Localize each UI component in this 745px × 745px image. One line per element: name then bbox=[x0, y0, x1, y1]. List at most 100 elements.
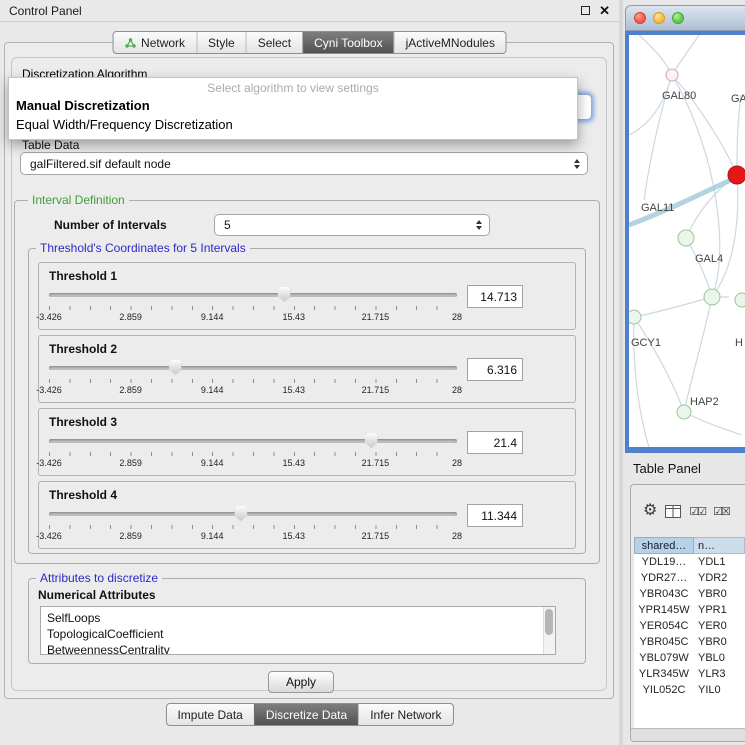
cell-name[interactable]: YDR2 bbox=[694, 570, 745, 586]
table-row[interactable]: YIL052C YIL0 bbox=[634, 682, 745, 698]
cell-name[interactable]: YLR3 bbox=[694, 666, 745, 682]
list-scrollbar[interactable] bbox=[543, 607, 555, 654]
cell-name[interactable]: YPR1 bbox=[694, 602, 745, 618]
column-header-shared-name[interactable]: shared… bbox=[634, 537, 694, 554]
float-window-icon[interactable] bbox=[581, 6, 590, 15]
cell-shared-name[interactable]: YPR145W bbox=[634, 602, 694, 618]
threshold-3-value-field[interactable]: 21.4 bbox=[467, 431, 523, 454]
cell-shared-name[interactable]: YER054C bbox=[634, 618, 694, 634]
zoom-traffic-light-icon[interactable] bbox=[672, 12, 684, 24]
clear-selection-checkboxes-icon[interactable]: ☑☒ bbox=[713, 505, 729, 518]
cell-shared-name[interactable]: YBL079W bbox=[634, 650, 694, 666]
node[interactable] bbox=[666, 69, 678, 81]
table-data-combobox[interactable]: galFiltered.sif default node bbox=[20, 152, 588, 175]
table-row[interactable]: YLR345W YLR3 bbox=[634, 666, 745, 682]
cell-shared-name[interactable]: YDR27… bbox=[634, 570, 694, 586]
cell-name[interactable]: YBR0 bbox=[694, 634, 745, 650]
cell-name[interactable]: YDL1 bbox=[694, 554, 745, 570]
slider-track[interactable] bbox=[49, 293, 457, 297]
table-row[interactable]: YDR27… YDR2 bbox=[634, 570, 745, 586]
tick-label: 2.859 bbox=[119, 458, 142, 468]
tab-jactivemodules[interactable]: jActiveMNodules bbox=[394, 32, 506, 53]
list-item[interactable]: BetweennessCentrality bbox=[47, 642, 541, 655]
table-header-row: shared… n… bbox=[634, 537, 745, 554]
number-of-intervals-combobox[interactable]: 5 bbox=[214, 214, 490, 236]
table-row[interactable]: YPR145W YPR1 bbox=[634, 602, 745, 618]
threshold-2-slider[interactable] bbox=[49, 360, 457, 376]
slider-track[interactable] bbox=[49, 512, 457, 516]
tab-network[interactable]: Network bbox=[113, 32, 196, 53]
table-row[interactable]: YBR043C YBR0 bbox=[634, 586, 745, 602]
tab-infer-network[interactable]: Infer Network bbox=[358, 704, 452, 725]
cell-shared-name[interactable]: YBR043C bbox=[634, 586, 694, 602]
tick-label: -3.426 bbox=[36, 531, 62, 541]
threshold-3-slider[interactable] bbox=[49, 433, 457, 449]
node-label: GAL11 bbox=[641, 202, 674, 214]
list-item[interactable]: SelfLoops bbox=[47, 610, 541, 626]
tab-impute-data[interactable]: Impute Data bbox=[166, 704, 253, 725]
tick-label: -3.426 bbox=[36, 458, 62, 468]
node[interactable] bbox=[678, 230, 694, 246]
slider-thumb[interactable] bbox=[169, 360, 182, 375]
node-selected-red[interactable] bbox=[728, 166, 745, 184]
cell-shared-name[interactable]: YBR045C bbox=[634, 634, 694, 650]
numerical-attributes-list[interactable]: SelfLoops TopologicalCoefficient Between… bbox=[40, 606, 556, 655]
select-all-checkboxes-icon[interactable]: ☑☑ bbox=[689, 505, 705, 518]
list-item[interactable]: TopologicalCoefficient bbox=[47, 626, 541, 642]
network-window-frame: GAL80 GA GAL11 GAL4 GCY1 H HAP2 bbox=[625, 31, 745, 453]
network-icon bbox=[124, 37, 136, 49]
slider-track[interactable] bbox=[49, 439, 457, 443]
cell-shared-name[interactable]: YLR345W bbox=[634, 666, 694, 682]
table-row[interactable]: YDL19… YDL1 bbox=[634, 554, 745, 570]
threshold-2-panel: Threshold 2 -3.426 2.859 9.144 15.43 21.… bbox=[38, 335, 576, 403]
table-row[interactable]: YER054C YER0 bbox=[634, 618, 745, 634]
node[interactable] bbox=[735, 293, 745, 307]
slider-thumb[interactable] bbox=[365, 433, 378, 448]
threshold-1-slider[interactable] bbox=[49, 287, 457, 303]
slider-thumb[interactable] bbox=[234, 506, 247, 521]
tab-select[interactable]: Select bbox=[246, 32, 302, 53]
threshold-3-panel: Threshold 3 -3.426 2.859 9.144 15.43 21.… bbox=[38, 408, 576, 476]
threshold-4-panel: Threshold 4 -3.426 2.859 9.144 15.43 21.… bbox=[38, 481, 576, 549]
close-icon[interactable]: ✕ bbox=[599, 4, 610, 17]
gear-icon[interactable]: ⚙ bbox=[643, 503, 657, 519]
node[interactable] bbox=[677, 405, 691, 419]
slider-thumb[interactable] bbox=[278, 287, 291, 302]
cell-name[interactable]: YBL0 bbox=[694, 650, 745, 666]
slider-track[interactable] bbox=[49, 366, 457, 370]
cell-shared-name[interactable]: YIL052C bbox=[634, 682, 694, 698]
table-row[interactable]: YBL079W YBL0 bbox=[634, 650, 745, 666]
threshold-1-value-field[interactable]: 14.713 bbox=[467, 285, 523, 308]
combo-stepper-icon bbox=[476, 220, 482, 230]
scrollbar-thumb[interactable] bbox=[545, 609, 553, 635]
interval-definition-title: Interval Definition bbox=[28, 193, 129, 207]
threshold-4-value-field[interactable]: 11.344 bbox=[467, 504, 523, 527]
cell-shared-name[interactable]: YDL19… bbox=[634, 554, 694, 570]
tab-style[interactable]: Style bbox=[196, 32, 246, 53]
numerical-attributes-label: Numerical Attributes bbox=[38, 588, 156, 602]
bottom-tabbar: Impute Data Discretize Data Infer Networ… bbox=[165, 703, 453, 726]
control-panel-titlebar: Control Panel ✕ bbox=[0, 0, 619, 22]
number-of-intervals-value: 5 bbox=[224, 218, 231, 232]
column-header-name[interactable]: n… bbox=[694, 537, 745, 554]
threshold-1-panel: Threshold 1 -3.426 2.859 9.144 15.43 21.… bbox=[38, 262, 576, 330]
node[interactable] bbox=[629, 310, 641, 324]
tab-discretize-data[interactable]: Discretize Data bbox=[254, 704, 358, 725]
apply-button[interactable]: Apply bbox=[268, 671, 334, 693]
table-row[interactable]: YBR045C YBR0 bbox=[634, 634, 745, 650]
close-traffic-light-icon[interactable] bbox=[634, 12, 646, 24]
node[interactable] bbox=[704, 289, 720, 305]
dropdown-option-manual-discretization[interactable]: Manual Discretization bbox=[9, 96, 577, 115]
threshold-4-slider[interactable] bbox=[49, 506, 457, 522]
columns-icon[interactable] bbox=[665, 505, 681, 518]
dropdown-hint-option[interactable]: Select algorithm to view settings bbox=[9, 78, 577, 96]
dropdown-option-equal-width[interactable]: Equal Width/Frequency Discretization bbox=[9, 115, 577, 134]
cell-name[interactable]: YIL0 bbox=[694, 682, 745, 698]
tab-cyni-toolbox[interactable]: Cyni Toolbox bbox=[302, 32, 393, 53]
cell-name[interactable]: YBR0 bbox=[694, 586, 745, 602]
cell-name[interactable]: YER0 bbox=[694, 618, 745, 634]
minimize-traffic-light-icon[interactable] bbox=[653, 12, 665, 24]
network-canvas[interactable]: GAL80 GA GAL11 GAL4 GCY1 H HAP2 bbox=[629, 35, 745, 447]
threshold-2-value-field[interactable]: 6.316 bbox=[467, 358, 523, 381]
tab-select-label: Select bbox=[258, 36, 291, 50]
